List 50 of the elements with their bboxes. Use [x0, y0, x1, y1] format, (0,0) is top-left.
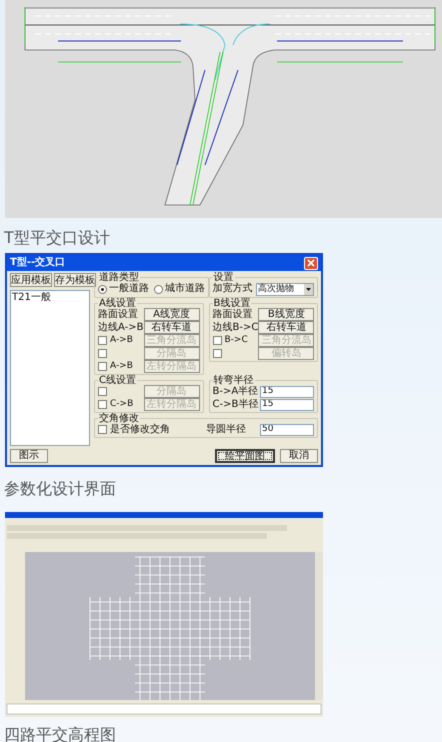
dialog-button[interactable]: 图示 — [10, 448, 48, 462]
row-label: 路面设置 — [98, 308, 138, 321]
template-button[interactable]: 应用模板 — [10, 273, 52, 287]
text-field[interactable]: 15 — [260, 398, 314, 410]
group-title: 道路类型 — [98, 273, 140, 282]
field-label: B->A半径 — [212, 386, 258, 398]
checkbox-label: B->C — [224, 334, 248, 347]
dropdown[interactable]: 高次抛物 — [256, 282, 314, 296]
group-title: C线设置 — [98, 376, 137, 385]
close-icon — [307, 259, 315, 267]
checkbox-label: 是否修改交角 — [110, 424, 170, 436]
checkbox[interactable] — [212, 349, 222, 358]
checkbox[interactable] — [98, 425, 107, 434]
radio-button[interactable] — [154, 284, 163, 294]
dialog-button[interactable]: 右转车道 — [144, 321, 200, 334]
close-button[interactable] — [304, 256, 318, 270]
radio-button[interactable] — [98, 284, 107, 294]
dialog-button[interactable]: 取消 — [280, 448, 318, 462]
checkbox-label: A->B — [110, 360, 133, 373]
checkbox[interactable] — [212, 336, 222, 345]
row-label: 边线A->B — [98, 321, 144, 334]
group-title: 设置 — [214, 273, 234, 282]
row-label: 路面设置 — [212, 308, 252, 321]
group-title: 转弯半径 — [212, 376, 254, 385]
dialog-button[interactable]: B线宽度 — [258, 308, 314, 321]
list-item[interactable]: T21一般 — [12, 292, 88, 304]
figure-caption: 参数化设计界面 — [3, 479, 116, 498]
checkbox-label: C->B — [110, 398, 134, 411]
caret-icon — [304, 284, 313, 294]
row-label: 边线B->C — [212, 321, 258, 334]
checkbox[interactable] — [98, 336, 107, 345]
dialog-button[interactable]: 右转车道 — [258, 321, 314, 334]
group-title: 交角修改 — [98, 414, 140, 423]
dialog-button[interactable]: A线宽度 — [144, 308, 200, 321]
radio-label: 一般道路 — [109, 283, 149, 295]
window-title: T型--交叉口 — [10, 257, 66, 269]
figure-caption: T型平交口设计 — [3, 228, 110, 247]
group-title: B线设置 — [212, 299, 250, 308]
field-label: C->B半径 — [212, 398, 258, 410]
checkbox[interactable] — [98, 387, 107, 396]
group-title: A线设置 — [98, 299, 136, 308]
field-label: 加宽方式 — [212, 283, 252, 295]
template-button[interactable]: 存为模板 — [54, 273, 96, 287]
checkbox[interactable] — [98, 349, 107, 358]
radio-label: 城市道路 — [165, 283, 205, 295]
text-field[interactable]: 15 — [260, 386, 314, 398]
field-label: 导圆半径 — [206, 424, 246, 436]
checkbox-label: A->B — [110, 334, 133, 347]
checkbox[interactable] — [98, 400, 107, 409]
checkbox[interactable] — [98, 362, 107, 371]
